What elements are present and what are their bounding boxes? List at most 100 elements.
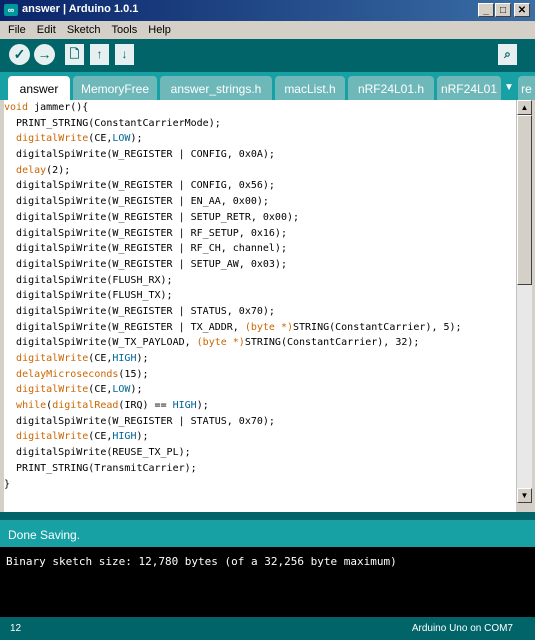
window-title: answer | Arduino 1.0.1: [22, 3, 139, 15]
code-token: digitalSpiWrite(FLUSH_RX);: [4, 274, 173, 286]
code-token-const: LOW: [112, 384, 131, 396]
menu-help[interactable]: Help: [148, 21, 171, 39]
code-token: (IRQ) ==: [118, 400, 173, 412]
code-token: (2);: [46, 164, 71, 176]
code-text[interactable]: void jammer(){ PRINT_STRING(ConstantCarr…: [4, 100, 516, 492]
code-token: digitalSpiWrite(W_REGISTER | RF_SETUP, 0…: [4, 227, 287, 239]
code-line[interactable]: digitalSpiWrite(W_REGISTER | STATUS, 0x7…: [4, 414, 516, 430]
code-token-kw-type: (byte *): [196, 337, 245, 349]
code-token: }: [4, 478, 11, 490]
open-button[interactable]: ↑: [90, 44, 109, 65]
code-token: );: [196, 400, 209, 412]
maximize-button[interactable]: □: [495, 3, 511, 17]
code-token-const: HIGH: [112, 353, 137, 364]
code-line[interactable]: delay(2);: [4, 163, 516, 179]
code-line[interactable]: digitalWrite(CE,HIGH);: [4, 429, 516, 445]
tab-menu-icon[interactable]: ▼: [502, 76, 516, 100]
menu-edit[interactable]: Edit: [37, 21, 56, 39]
code-token: digitalSpiWrite(W_REGISTER | CONFIG, 0x0…: [4, 149, 275, 161]
code-token: );: [136, 431, 149, 443]
tab-re[interactable]: re: [518, 76, 535, 100]
code-token: STRING(ConstantCarrier), 5);: [293, 321, 462, 333]
code-token: digitalSpiWrite(W_REGISTER | SETUP_RETR,…: [4, 211, 300, 223]
code-line[interactable]: delayMicroseconds(15);: [4, 367, 516, 383]
code-line[interactable]: digitalSpiWrite(FLUSH_RX);: [4, 273, 516, 289]
code-token-kw-fn: delay: [16, 164, 47, 176]
tab-bar: answer MemoryFree answer_strings.h macLi…: [0, 72, 535, 100]
code-token-kw-fn: digitalWrite: [16, 384, 89, 396]
code-token: (CE,: [88, 384, 113, 396]
tab-nrf24l01-h[interactable]: nRF24L01.h: [348, 76, 434, 100]
code-token: (CE,: [88, 353, 113, 364]
tab-answer[interactable]: answer: [8, 76, 70, 100]
scroll-down-icon[interactable]: ▼: [517, 488, 532, 503]
code-token-const: HIGH: [112, 431, 137, 443]
code-line[interactable]: digitalSpiWrite(W_REGISTER | CONFIG, 0x5…: [4, 178, 516, 194]
scroll-up-icon[interactable]: ▲: [517, 100, 532, 115]
code-token-kw-fn: digitalWrite: [16, 431, 89, 443]
code-line[interactable]: digitalWrite(CE,LOW);: [4, 131, 516, 147]
code-line[interactable]: digitalSpiWrite(W_REGISTER | EN_AA, 0x00…: [4, 194, 516, 210]
tab-nrf24l01[interactable]: nRF24L01: [437, 76, 501, 100]
code-token-kw-type: (byte *): [244, 321, 293, 333]
console-output[interactable]: Binary sketch size: 12,780 bytes (of a 3…: [0, 547, 535, 617]
code-line[interactable]: PRINT_STRING(TransmitCarrier);: [4, 461, 516, 477]
menu-tools[interactable]: Tools: [112, 21, 138, 39]
code-line[interactable]: PRINT_STRING(ConstantCarrierMode);: [4, 116, 516, 132]
code-line[interactable]: digitalSpiWrite(W_REGISTER | TX_ADDR, (b…: [4, 320, 516, 336]
minimize-button[interactable]: _: [478, 3, 494, 17]
status-message: Done Saving.: [8, 528, 81, 542]
code-line[interactable]: digitalSpiWrite(W_REGISTER | RF_CH, chan…: [4, 241, 516, 257]
close-button[interactable]: ✕: [514, 3, 530, 17]
tab-memoryfree[interactable]: MemoryFree: [73, 76, 157, 100]
code-token-kw-type: void: [4, 102, 29, 113]
code-editor[interactable]: void jammer(){ PRINT_STRING(ConstantCarr…: [4, 100, 516, 512]
menu-file[interactable]: File: [8, 21, 26, 39]
divider[interactable]: [0, 512, 535, 520]
code-token: STRING(ConstantCarrier), 32);: [244, 337, 420, 349]
code-line[interactable]: digitalSpiWrite(W_TX_PAYLOAD, (byte *)ST…: [4, 335, 516, 351]
verify-button[interactable]: ✓: [9, 44, 30, 65]
scroll-thumb[interactable]: [517, 115, 532, 285]
code-line[interactable]: digitalWrite(CE,LOW);: [4, 382, 516, 398]
code-token: );: [136, 353, 149, 364]
code-token: digitalSpiWrite(W_REGISTER | TX_ADDR,: [4, 321, 245, 333]
code-token-const: LOW: [112, 133, 131, 145]
code-token: digitalSpiWrite(W_TX_PAYLOAD,: [4, 337, 197, 349]
code-token: );: [130, 133, 143, 145]
menu-sketch[interactable]: Sketch: [67, 21, 101, 39]
code-line[interactable]: digitalSpiWrite(W_REGISTER | SETUP_RETR,…: [4, 210, 516, 226]
code-line[interactable]: digitalSpiWrite(FLUSH_TX);: [4, 288, 516, 304]
code-line[interactable]: while(digitalRead(IRQ) == HIGH);: [4, 398, 516, 414]
upload-button[interactable]: →: [34, 44, 55, 65]
new-button[interactable]: 🗋: [65, 44, 84, 65]
code-line[interactable]: digitalSpiWrite(W_REGISTER | STATUS, 0x7…: [4, 304, 516, 320]
code-token: (CE,: [88, 133, 113, 145]
code-token: digitalSpiWrite(W_REGISTER | CONFIG, 0x5…: [4, 180, 275, 192]
code-line[interactable]: digitalSpiWrite(W_REGISTER | CONFIG, 0x0…: [4, 147, 516, 163]
code-line[interactable]: digitalWrite(CE,HIGH);: [4, 351, 516, 367]
save-button[interactable]: ↓: [115, 44, 134, 65]
serial-monitor-button[interactable]: ⌕: [498, 44, 517, 65]
line-number: 12: [10, 623, 22, 634]
code-token-kw-fn: digitalWrite: [16, 133, 89, 145]
code-line[interactable]: digitalSpiWrite(W_REGISTER | RF_SETUP, 0…: [4, 226, 516, 242]
tab-maclist-h[interactable]: macList.h: [275, 76, 345, 100]
code-line[interactable]: }: [4, 477, 516, 493]
code-line[interactable]: digitalSpiWrite(REUSE_TX_PL);: [4, 445, 516, 461]
code-token-kw-fn: digitalRead: [52, 400, 119, 412]
code-line[interactable]: void jammer(){: [4, 100, 516, 116]
code-token: PRINT_STRING(TransmitCarrier);: [4, 462, 197, 474]
code-token-kw-fn: while: [16, 400, 47, 412]
code-token: digitalSpiWrite(REUSE_TX_PL);: [4, 447, 191, 459]
code-token: digitalSpiWrite(FLUSH_TX);: [4, 290, 173, 302]
code-token: jammer(){: [28, 102, 89, 113]
title-bar: ∞ answer | Arduino 1.0.1 _ □ ✕: [0, 0, 535, 21]
code-line[interactable]: digitalSpiWrite(W_REGISTER | SETUP_AW, 0…: [4, 257, 516, 273]
tab-answer-strings-h[interactable]: answer_strings.h: [160, 76, 272, 100]
editor-scrollbar[interactable]: ▲ ▼: [516, 100, 532, 503]
